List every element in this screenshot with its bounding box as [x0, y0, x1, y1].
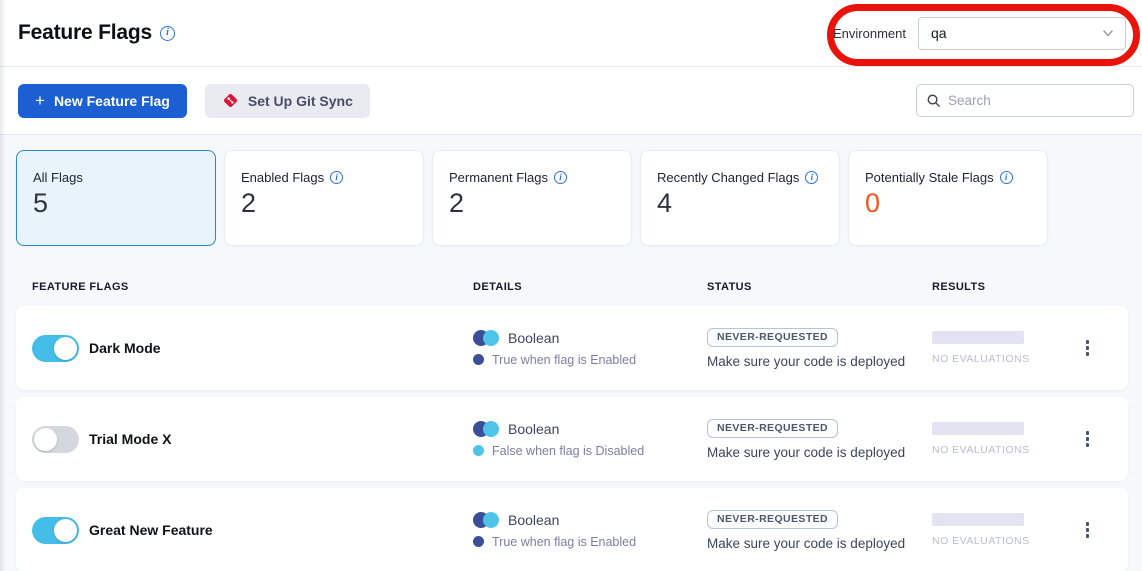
- results-text: NO EVALUATIONS: [932, 353, 1063, 365]
- value-dot-icon: [473, 536, 484, 547]
- table-header: FEATURE FLAGS DETAILS STATUS RESULTS: [16, 246, 1128, 306]
- stat-card-recently-changed-flags[interactable]: Recently Changed Flags i 4: [640, 150, 840, 246]
- status-text: Make sure your code is deployed: [707, 445, 905, 460]
- flag-toggle[interactable]: [32, 335, 79, 362]
- stat-card-all-flags[interactable]: All Flags 5: [16, 150, 216, 246]
- stat-value: 5: [33, 188, 199, 219]
- column-header-results: RESULTS: [932, 281, 1063, 293]
- value-dot-icon: [473, 445, 484, 456]
- flag-value-text: True when flag is Enabled: [492, 535, 636, 549]
- value-dot-icon: [473, 354, 484, 365]
- column-header-details: DETAILS: [473, 281, 707, 293]
- new-feature-flag-label: New Feature Flag: [54, 93, 170, 109]
- stat-label: All Flags: [33, 170, 83, 185]
- git-sync-label: Set Up Git Sync: [248, 93, 353, 109]
- git-icon: [222, 92, 239, 109]
- row-menu-button[interactable]: [1080, 516, 1096, 544]
- stat-card-potentially-stale-flags[interactable]: Potentially Stale Flags i 0: [848, 150, 1048, 246]
- stat-value: 2: [449, 188, 615, 219]
- results-bar: [932, 513, 1024, 526]
- boolean-type-icon: [473, 421, 499, 437]
- boolean-type-icon: [473, 330, 499, 346]
- results-text: NO EVALUATIONS: [932, 535, 1063, 547]
- flag-name[interactable]: Dark Mode: [89, 340, 161, 356]
- flag-toggle[interactable]: [32, 426, 79, 453]
- results-bar: [932, 422, 1024, 435]
- flag-type: Boolean: [508, 421, 559, 437]
- page-header: Feature Flags i Environment qa: [0, 0, 1142, 67]
- status-badge: NEVER-REQUESTED: [707, 328, 838, 347]
- environment-select[interactable]: qa: [918, 17, 1126, 50]
- stat-card-permanent-flags[interactable]: Permanent Flags i 2: [432, 150, 632, 246]
- flag-value-text: True when flag is Enabled: [492, 353, 636, 367]
- toggle-knob: [54, 337, 77, 360]
- flag-toggle[interactable]: [32, 517, 79, 544]
- status-text: Make sure your code is deployed: [707, 536, 905, 551]
- table-row: Trial Mode X Boolean False when flag is …: [16, 397, 1128, 481]
- chevron-down-icon: [1101, 26, 1115, 40]
- stat-value: 2: [241, 188, 407, 219]
- toggle-knob: [34, 428, 57, 451]
- results-text: NO EVALUATIONS: [932, 444, 1063, 456]
- info-icon[interactable]: i: [554, 171, 567, 184]
- row-menu-button[interactable]: [1080, 425, 1096, 453]
- stat-label: Potentially Stale Flags: [865, 170, 994, 185]
- flag-value-text: False when flag is Disabled: [492, 444, 644, 458]
- status-badge: NEVER-REQUESTED: [707, 510, 838, 529]
- column-header-status: STATUS: [707, 281, 932, 293]
- flag-name[interactable]: Trial Mode X: [89, 431, 171, 447]
- toggle-knob: [54, 519, 77, 542]
- flag-type: Boolean: [508, 512, 559, 528]
- flag-type: Boolean: [508, 330, 559, 346]
- stat-label: Permanent Flags: [449, 170, 548, 185]
- search-input[interactable]: [948, 93, 1124, 108]
- stat-value: 4: [657, 188, 823, 219]
- row-menu-button[interactable]: [1080, 334, 1096, 362]
- stat-label: Recently Changed Flags: [657, 170, 799, 185]
- plus-icon: +: [35, 92, 45, 109]
- stat-value: 0: [865, 188, 1031, 219]
- environment-label: Environment: [833, 26, 906, 41]
- info-icon[interactable]: i: [330, 171, 343, 184]
- info-icon[interactable]: i: [805, 171, 818, 184]
- search-box[interactable]: [916, 84, 1134, 117]
- status-text: Make sure your code is deployed: [707, 354, 905, 369]
- info-icon[interactable]: i: [160, 26, 175, 41]
- info-icon[interactable]: i: [1000, 171, 1013, 184]
- boolean-type-icon: [473, 512, 499, 528]
- column-header-feature-flags: FEATURE FLAGS: [32, 281, 473, 293]
- stats-row: All Flags 5 Enabled Flags i 2 Permanent F…: [16, 150, 1128, 246]
- page-title: Feature Flags: [18, 21, 152, 45]
- flag-name[interactable]: Great New Feature: [89, 522, 213, 538]
- results-bar: [932, 331, 1024, 344]
- table-row: Dark Mode Boolean True when flag is Enab…: [16, 306, 1128, 390]
- status-badge: NEVER-REQUESTED: [707, 419, 838, 438]
- search-icon: [926, 93, 941, 108]
- stat-card-enabled-flags[interactable]: Enabled Flags i 2: [224, 150, 424, 246]
- table-row: Great New Feature Boolean True when flag…: [16, 488, 1128, 571]
- stat-label: Enabled Flags: [241, 170, 324, 185]
- environment-value: qa: [931, 25, 947, 41]
- toolbar: + New Feature Flag Set Up Git Sync: [0, 67, 1142, 135]
- git-sync-button[interactable]: Set Up Git Sync: [205, 84, 370, 118]
- new-feature-flag-button[interactable]: + New Feature Flag: [18, 84, 187, 118]
- content-area: All Flags 5 Enabled Flags i 2 Permanent F…: [0, 135, 1142, 571]
